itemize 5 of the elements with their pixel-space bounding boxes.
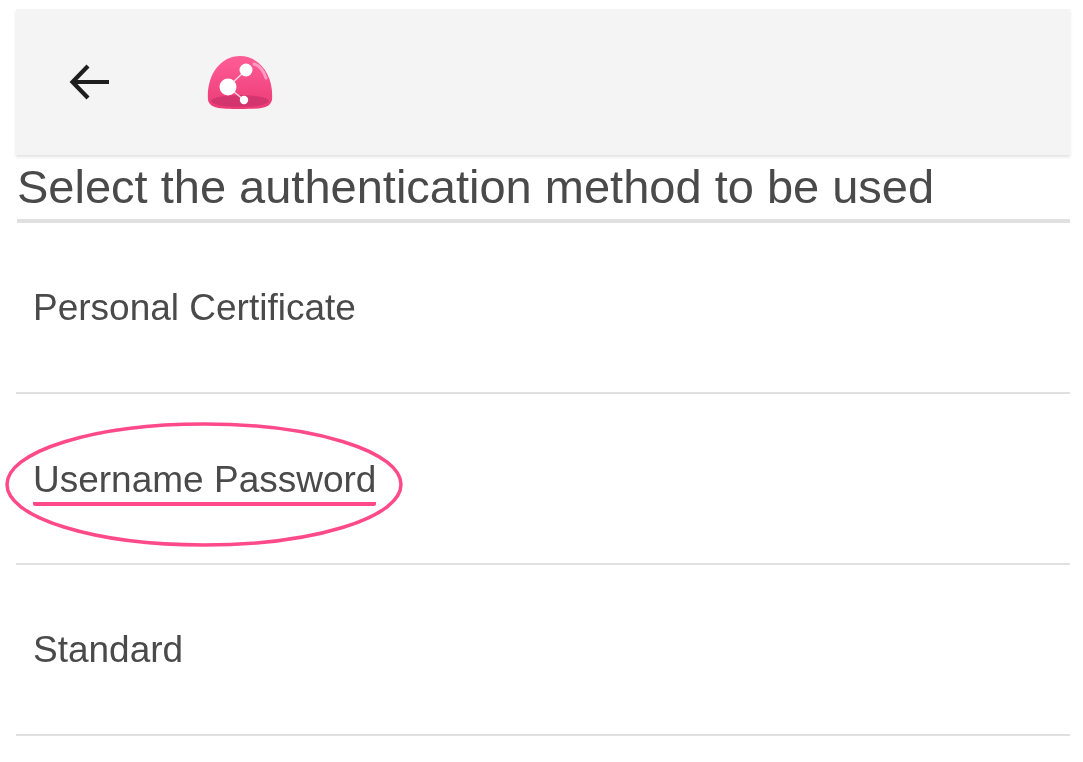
method-item[interactable]: Username Password (16, 394, 1070, 565)
page-heading: Select the authentication method to be used (17, 155, 1070, 223)
method-item[interactable]: Standard (16, 565, 1070, 736)
dome-logo (206, 55, 274, 109)
method-item[interactable]: Personal Certificate (16, 223, 1070, 394)
